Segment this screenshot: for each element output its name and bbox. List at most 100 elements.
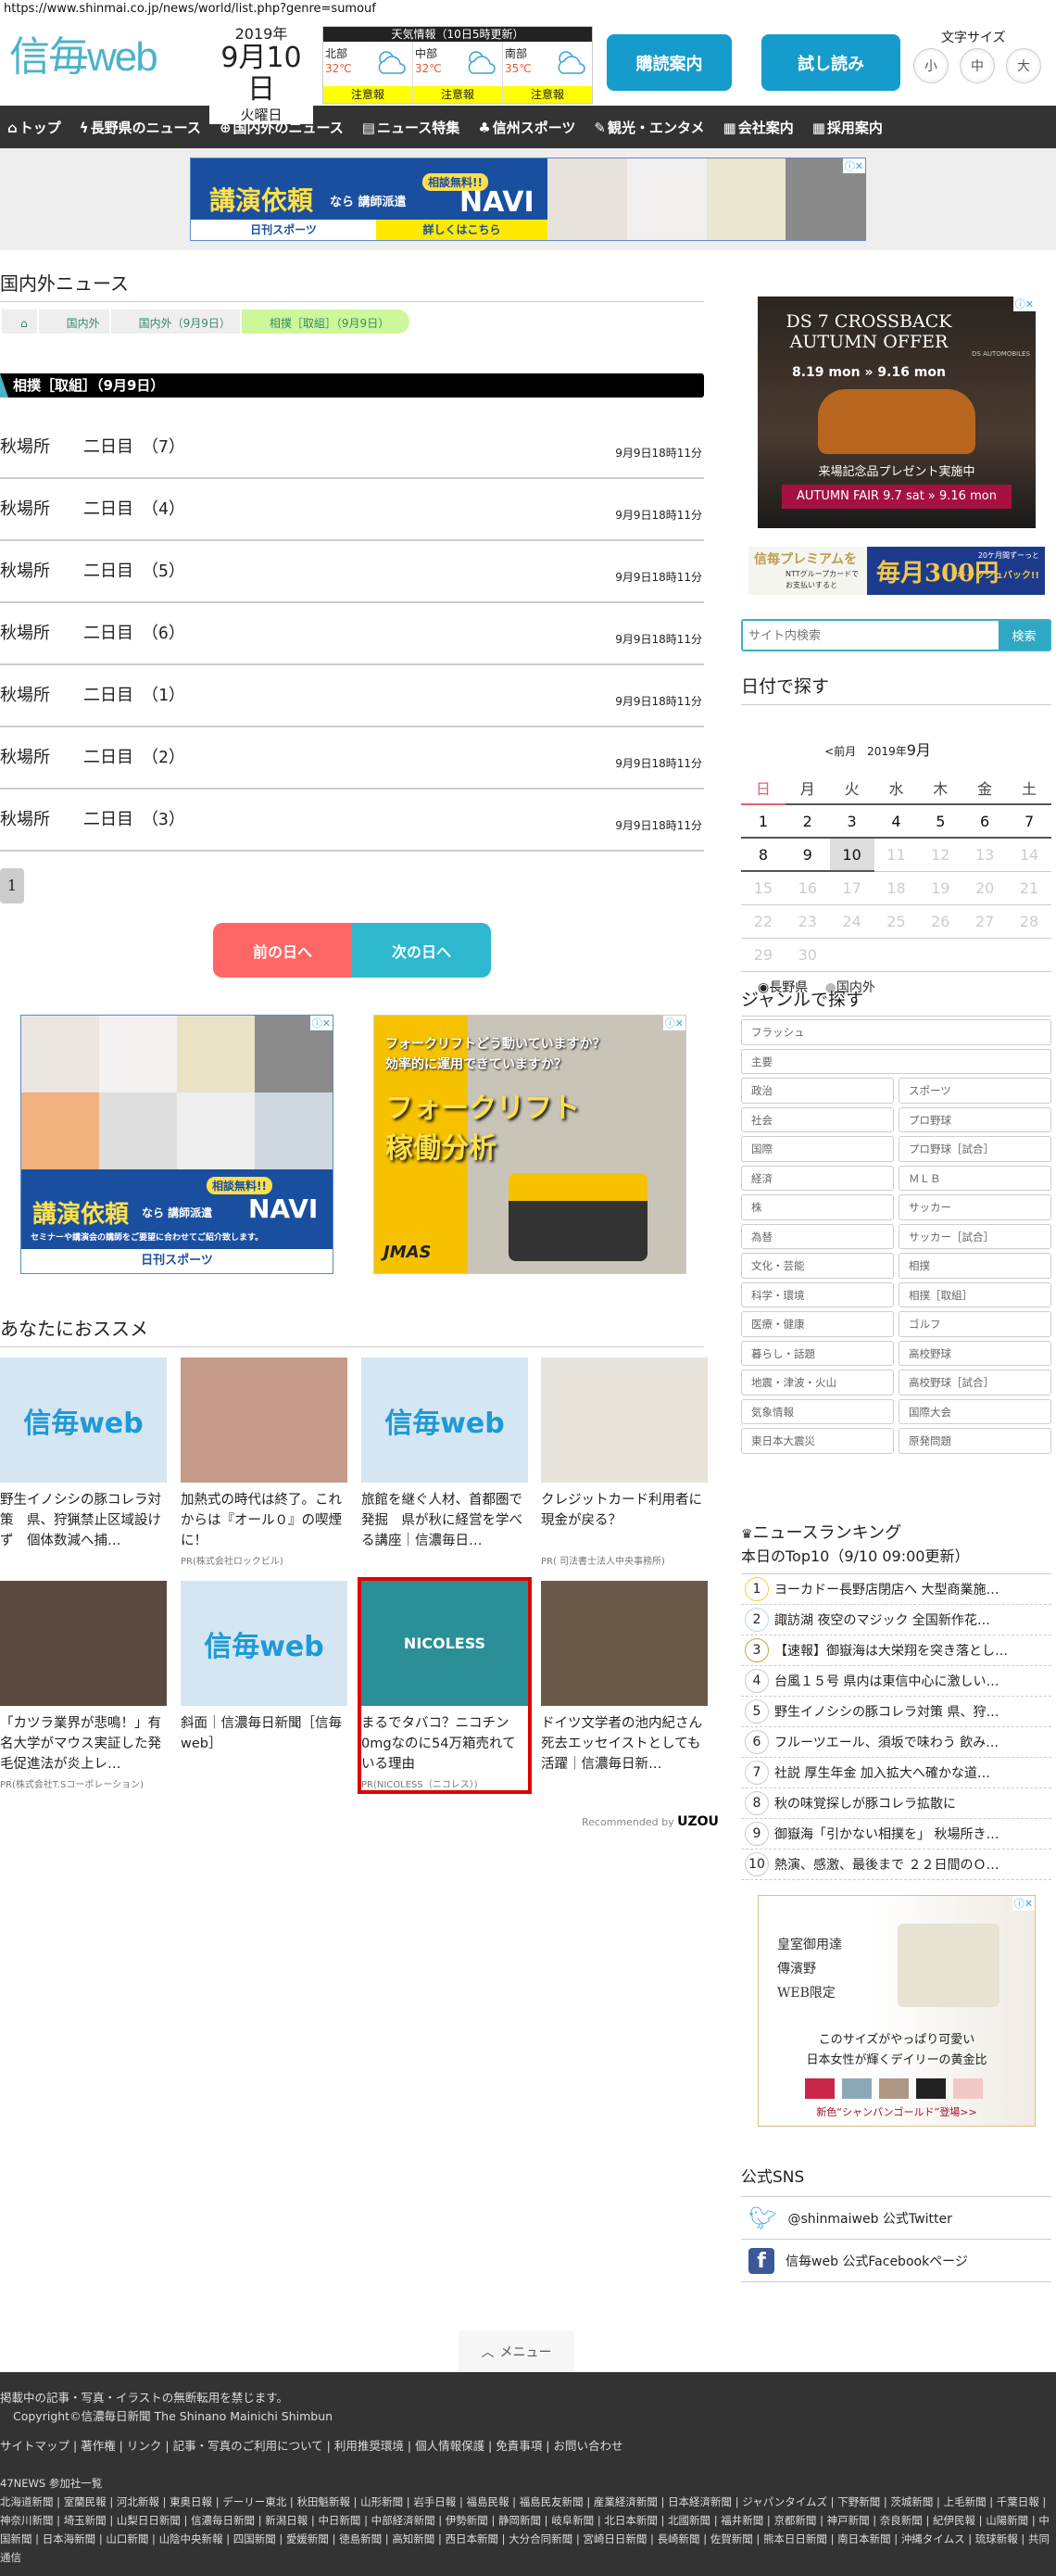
p47-link[interactable]: 北海道新聞: [0, 2495, 54, 2508]
forklift-ad[interactable]: フォークリフトどう動いていますか？ 効率的に運用できていますか？ フォークリフト…: [373, 1015, 686, 1274]
calendar-day[interactable]: 8: [741, 838, 786, 872]
p47-link[interactable]: 山陰中央新報: [159, 2532, 223, 2545]
nav-item[interactable]: ϟ 長野県のニュース: [80, 118, 201, 137]
footer-link[interactable]: 個人情報保護: [415, 2439, 484, 2453]
ad-cta[interactable]: 詳しくはこちら: [376, 220, 547, 240]
twitter-link[interactable]: 🐦︎ @shinmaiweb 公式Twitter: [741, 2197, 1051, 2240]
p47-link[interactable]: 東奥日報: [170, 2495, 212, 2508]
p47-link[interactable]: 室蘭民報: [64, 2495, 107, 2508]
footer-link[interactable]: お問い合わせ: [553, 2439, 622, 2453]
p47-link[interactable]: 沖縄タイムス: [901, 2532, 965, 2545]
genre-item[interactable]: 経済: [741, 1165, 894, 1191]
calendar-day[interactable]: 5: [918, 804, 963, 839]
genre-item[interactable]: サッカー: [899, 1194, 1051, 1220]
prev-day-button[interactable]: 前の日へ: [213, 923, 352, 978]
p47-link[interactable]: 高知新聞: [392, 2532, 434, 2545]
news-title[interactable]: 秋場所 二日目 （1）: [0, 682, 185, 706]
genre-item[interactable]: 暮らし・話題: [741, 1340, 894, 1366]
p47-link[interactable]: 上毛新聞: [944, 2495, 987, 2508]
genre-item[interactable]: 社会: [741, 1106, 894, 1132]
p47-link[interactable]: 徳島新聞: [339, 2532, 382, 2545]
footer-link[interactable]: サイトマップ: [0, 2439, 69, 2453]
p47-link[interactable]: 日本海新聞: [43, 2532, 96, 2545]
p47-link[interactable]: 山口新聞: [106, 2532, 148, 2545]
recommend-text[interactable]: まるでタバコ？ニコチン0mgなのに54万箱売れている理由: [361, 1713, 528, 1774]
ranking-item[interactable]: 9 御嶽海「引かない相撲を」 秋場所き…: [741, 1819, 1051, 1850]
recommend-card[interactable]: 信毎web 野生イノシシの豚コレラ対策 県、狩猟禁止区域設けず 個体数減へ捕…: [0, 1357, 167, 1551]
p47-link[interactable]: ジャパンタイムズ: [742, 2495, 827, 2508]
genre-item[interactable]: フラッシュ: [741, 1019, 1051, 1045]
footer-link[interactable]: 免責事項: [496, 2439, 542, 2453]
genre-item[interactable]: スポーツ: [899, 1078, 1051, 1104]
p47-link[interactable]: 北日本新聞: [604, 2514, 658, 2527]
breadcrumb-item[interactable]: 国内外（9月9日）: [108, 308, 253, 335]
weather-widget[interactable]: 天気情報（10日5時更新） 北部 32℃ 注意報 中部 32℃ 注意報 南部 35℃ 注意報: [322, 26, 593, 104]
p47-link[interactable]: 新潟日報: [265, 2514, 308, 2527]
news-row[interactable]: 秋場所 二日目 （3） 9月9日18時11分: [0, 789, 704, 852]
genre-item[interactable]: 高校野球［試合］: [899, 1370, 1051, 1395]
nav-item[interactable]: ▦ 採用案内: [812, 118, 883, 137]
p47-link[interactable]: 西日本新聞: [446, 2532, 499, 2545]
p47-link[interactable]: 四国新聞: [233, 2532, 276, 2545]
p47-link[interactable]: 岩手日報: [413, 2495, 456, 2508]
recommend-card[interactable]: 加熱式の時代は終了。これからは『オール０』の喫煙に！ PR(株式会社ロックビル): [181, 1357, 347, 1567]
recommend-text[interactable]: ドイツ文学者の池内紀さん死去エッセイストとしても活躍｜信濃毎日新…: [541, 1713, 708, 1774]
news-row[interactable]: 秋場所 二日目 （5） 9月9日18時11分: [0, 541, 704, 603]
footer-link[interactable]: リンク: [127, 2439, 162, 2453]
p47-link[interactable]: 琉球新報: [975, 2532, 1018, 2545]
recommend-card[interactable]: クレジットカード利用者に現金が戻る？ PR( 司法書士法人中央事務所): [541, 1357, 708, 1567]
genre-item[interactable]: 文化・芸能: [741, 1253, 894, 1279]
genre-item[interactable]: 株: [741, 1194, 894, 1220]
prev-month-link[interactable]: <前月: [824, 745, 856, 758]
p47-link[interactable]: 大分合同新聞: [509, 2532, 572, 2545]
menu-toggle[interactable]: ︿ メニュー: [459, 2330, 574, 2373]
trial-button[interactable]: 試し読み: [761, 34, 900, 91]
page-1-button[interactable]: 1: [0, 868, 24, 903]
p47-link[interactable]: 秋田魁新報: [296, 2495, 350, 2508]
recommend-text[interactable]: 旅館を継ぐ人材、首都圏で発掘 県が秋に経営を学べる講座｜信濃毎日…: [361, 1490, 528, 1551]
ranking-item[interactable]: 7 社説 厚生年金 加入拡大へ確かな道…: [741, 1758, 1051, 1788]
genre-item[interactable]: プロ野球［試合］: [899, 1136, 1051, 1162]
ds-automobiles-ad[interactable]: DS 7 CROSSBACK AUTUMN OFFER DS AUTOMOBIL…: [758, 297, 1036, 528]
p47-link[interactable]: 神奈川新聞: [0, 2514, 54, 2527]
p47-link[interactable]: 埼玉新聞: [64, 2514, 107, 2527]
p47-link[interactable]: 福島民報: [467, 2495, 509, 2508]
genre-item[interactable]: 東日本大震災: [741, 1428, 894, 1454]
p47-link[interactable]: 千葉日報: [997, 2495, 1039, 2508]
footer-link[interactable]: 利用推奨環境: [334, 2439, 404, 2453]
recommend-card[interactable]: 信毎web 旅館を継ぐ人材、首都圏で発掘 県が秋に経営を学べる講座｜信濃毎日…: [361, 1357, 528, 1551]
genre-item[interactable]: 地震・津波・火山: [741, 1370, 894, 1395]
p47-link[interactable]: デーリー東北: [222, 2495, 286, 2508]
ranking-item[interactable]: 6 フルーツエール、須坂で味わう 飲み…: [741, 1727, 1051, 1758]
genre-item[interactable]: 主要: [741, 1048, 1051, 1074]
p47-link[interactable]: 中部経済新聞: [371, 2514, 435, 2527]
p47-link[interactable]: 山梨日日新聞: [117, 2514, 181, 2527]
p47-link[interactable]: 熊本日日新聞: [763, 2532, 827, 2545]
p47-link[interactable]: 茨城新聞: [890, 2495, 933, 2508]
site-logo[interactable]: 信毎web: [9, 30, 195, 87]
recommend-card[interactable]: NICOLESS まるでタバコ？ニコチン0mgなのに54万箱売れている理由 PR(N…: [358, 1577, 532, 1794]
news-title[interactable]: 秋場所 二日目 （3）: [0, 806, 185, 830]
p47-link[interactable]: 岐阜新聞: [551, 2514, 594, 2527]
p47-link[interactable]: 神戸新聞: [827, 2514, 870, 2527]
p47-link[interactable]: 福井新聞: [721, 2514, 763, 2527]
recommend-text[interactable]: 「カツラ業界が悲鳴！」有名大学がマウス実証した発毛促進法が炎上レ…: [0, 1713, 167, 1774]
genre-item[interactable]: ＭＬＢ: [899, 1165, 1051, 1191]
calendar-day[interactable]: 4: [874, 804, 919, 839]
calendar-day[interactable]: 6: [962, 804, 1008, 839]
recommend-card[interactable]: 「カツラ業界が悲鳴！」有名大学がマウス実証した発毛促進法が炎上レ… PR(株式会社…: [0, 1581, 167, 1790]
calendar-day[interactable]: 1: [741, 804, 786, 839]
address-bar-url[interactable]: https://www.shinmai.co.jp/news/world/lis…: [4, 2, 376, 16]
p47-link[interactable]: 奈良新聞: [880, 2514, 923, 2527]
recommend-text[interactable]: クレジットカード利用者に現金が戻る？: [541, 1490, 708, 1551]
handbag-ad[interactable]: 皇室御用達 傳濱野 WEB限定 このサイズがやっぱり可愛い 日本女性が輝くデイリ…: [758, 1895, 1036, 2127]
ad-close-icon[interactable]: ⓘ✕: [1012, 1896, 1035, 1911]
ad-close-icon[interactable]: ⓘ✕: [1012, 297, 1036, 311]
speaker-navi-ad[interactable]: 講演依頼 なら 講師派遣 相談無料!! NAVI セミナーや講演会の講師をご要望…: [20, 1015, 333, 1274]
genre-item[interactable]: 医療・健康: [741, 1311, 894, 1337]
calendar-day[interactable]: 10: [829, 838, 874, 872]
p47-link[interactable]: 山陽新聞: [986, 2514, 1028, 2527]
news-title[interactable]: 秋場所 二日目 （2）: [0, 744, 185, 768]
p47-link[interactable]: 伊勢新聞: [446, 2514, 488, 2527]
p47-link[interactable]: 産業経済新聞: [594, 2495, 658, 2508]
